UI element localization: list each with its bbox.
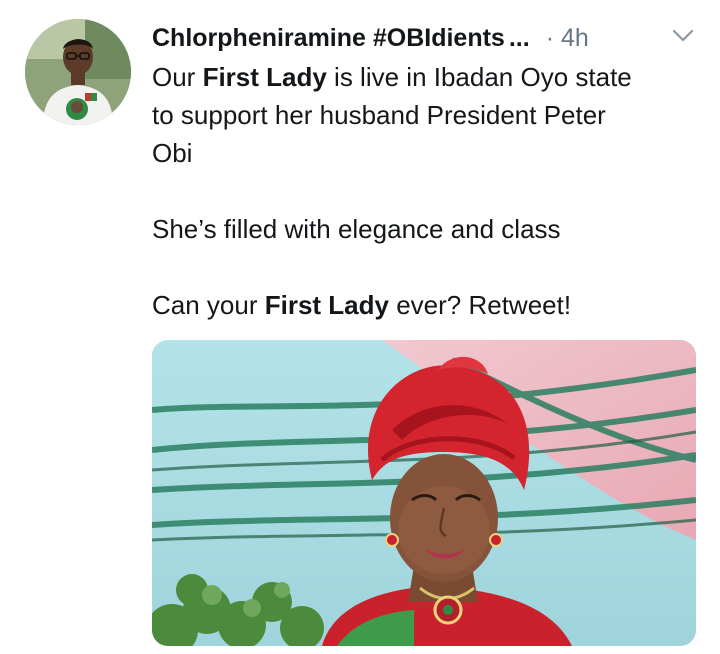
text-line-4: She’s filled with elegance and class [152, 214, 561, 244]
text-segment: is live in Ibadan Oyo state [326, 62, 632, 92]
text-line-2: to support her husband President Peter [152, 100, 606, 130]
tweet-text: Our First Lady is live in Ibadan Oyo sta… [152, 58, 692, 324]
chevron-down-icon[interactable] [671, 28, 695, 44]
text-segment: ever? Retweet! [388, 290, 572, 320]
text-segment: Our [152, 62, 203, 92]
tweet-media[interactable] [152, 340, 696, 646]
avatar-photo [25, 19, 131, 125]
text-line-3: Obi [152, 138, 193, 168]
text-bold: First Lady [202, 62, 327, 92]
text-segment: Can your [152, 290, 265, 320]
name-ellipsis: ... [508, 23, 530, 52]
tweet-card[interactable]: Chlorpheniramine #OBIdients ... · 4h Our… [0, 0, 720, 654]
text-line-1: Our First Lady is live in Ibadan Oyo sta… [152, 58, 692, 96]
author-name[interactable]: Chlorpheniramine #OBIdients [152, 24, 505, 53]
text-bold: First Lady [264, 290, 389, 320]
tweet-header: Chlorpheniramine #OBIdients ... · 4h [152, 20, 697, 56]
timestamp[interactable]: · 4h [546, 24, 589, 53]
text-line-5: Can your First Lady ever? Retweet! [152, 286, 692, 324]
avatar[interactable] [25, 19, 131, 125]
media-photo [152, 340, 696, 646]
